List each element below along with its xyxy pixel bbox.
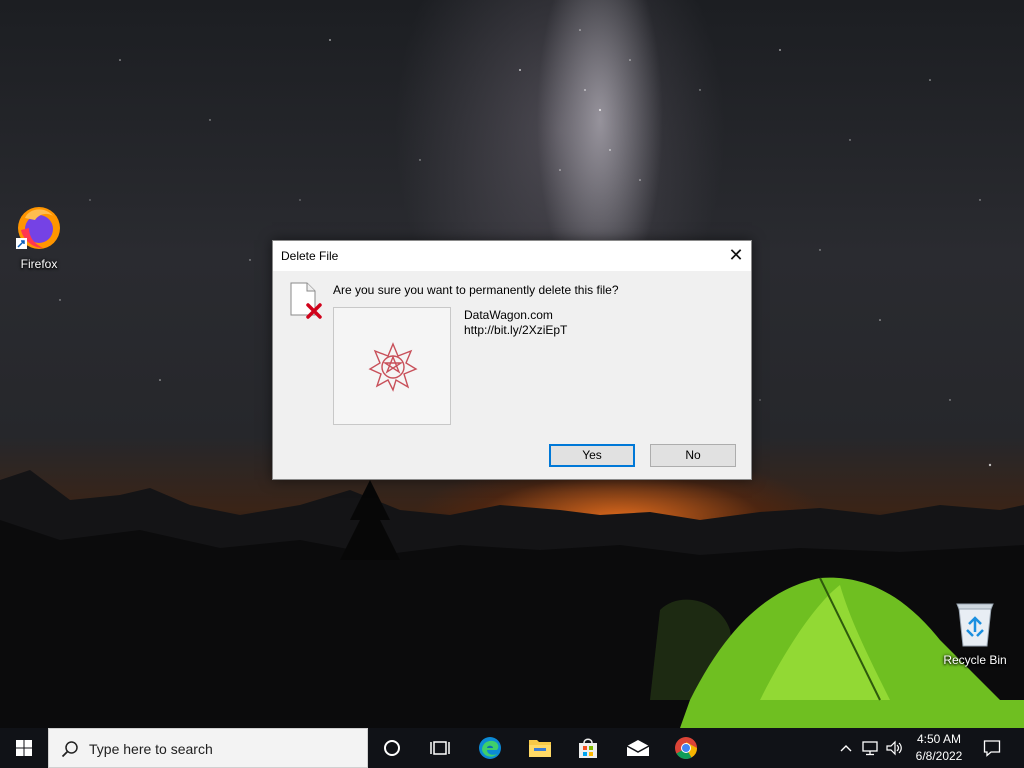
desktop-icon-label: Recycle Bin bbox=[943, 653, 1007, 667]
store-icon bbox=[579, 738, 597, 758]
close-button[interactable]: ✕ bbox=[721, 241, 751, 271]
file-explorer-icon bbox=[529, 740, 551, 757]
close-icon: ✕ bbox=[728, 245, 744, 265]
action-center-button[interactable] bbox=[976, 728, 1008, 768]
store-button[interactable] bbox=[568, 728, 608, 768]
desktop-icon-recycle-bin[interactable]: Recycle Bin bbox=[937, 600, 1013, 667]
taskbar-clock[interactable]: 4:50 AM 6/8/2022 bbox=[906, 731, 972, 765]
desktop-icon-firefox[interactable]: Firefox bbox=[1, 204, 77, 271]
firefox-icon bbox=[16, 207, 60, 249]
edge-icon bbox=[479, 737, 501, 759]
delete-file-dialog: Delete File ✕ Are you sure you want to p… bbox=[272, 240, 752, 480]
volume-button[interactable] bbox=[884, 728, 906, 768]
chrome-button[interactable] bbox=[666, 728, 706, 768]
network-button[interactable] bbox=[860, 728, 882, 768]
file-name: DataWagon.com bbox=[464, 308, 553, 322]
file-url: http://bit.ly/2XziEpT bbox=[464, 323, 568, 337]
recycle-bin-icon bbox=[956, 603, 994, 647]
search-icon bbox=[61, 741, 78, 758]
taskbar-search-box[interactable]: Type here to search bbox=[48, 728, 368, 768]
cortana-button[interactable] bbox=[372, 728, 412, 768]
file-thumbnail bbox=[333, 307, 451, 425]
desktop-icon-label: Firefox bbox=[20, 257, 58, 271]
search-placeholder: Type here to search bbox=[89, 741, 213, 757]
volume-icon bbox=[886, 740, 902, 756]
notification-icon bbox=[983, 740, 1001, 757]
clock-date: 6/8/2022 bbox=[915, 749, 963, 763]
yes-button[interactable]: Yes bbox=[549, 444, 635, 467]
dialog-titlebar[interactable]: Delete File ✕ bbox=[273, 241, 751, 271]
dialog-question: Are you sure you want to permanently del… bbox=[333, 283, 619, 297]
no-button[interactable]: No bbox=[650, 444, 736, 467]
network-icon bbox=[862, 741, 878, 756]
file-delete-icon bbox=[290, 282, 322, 319]
show-hidden-icons-button[interactable] bbox=[836, 728, 856, 768]
windows-logo-icon bbox=[16, 740, 32, 756]
mail-icon bbox=[626, 740, 650, 756]
task-view-icon bbox=[430, 741, 450, 755]
start-button[interactable] bbox=[0, 728, 48, 768]
chrome-icon bbox=[675, 737, 697, 759]
edge-button[interactable] bbox=[470, 728, 510, 768]
task-view-button[interactable] bbox=[420, 728, 460, 768]
mail-button[interactable] bbox=[618, 728, 658, 768]
file-explorer-button[interactable] bbox=[520, 728, 560, 768]
clock-time: 4:50 AM bbox=[916, 732, 962, 746]
chevron-up-icon bbox=[840, 745, 852, 752]
file-thumbnail-icon bbox=[368, 342, 418, 392]
taskbar: Type here to search 4:50 AM 6/8/2022 bbox=[0, 728, 1024, 768]
cortana-icon bbox=[384, 740, 400, 756]
dialog-title: Delete File bbox=[281, 249, 339, 263]
